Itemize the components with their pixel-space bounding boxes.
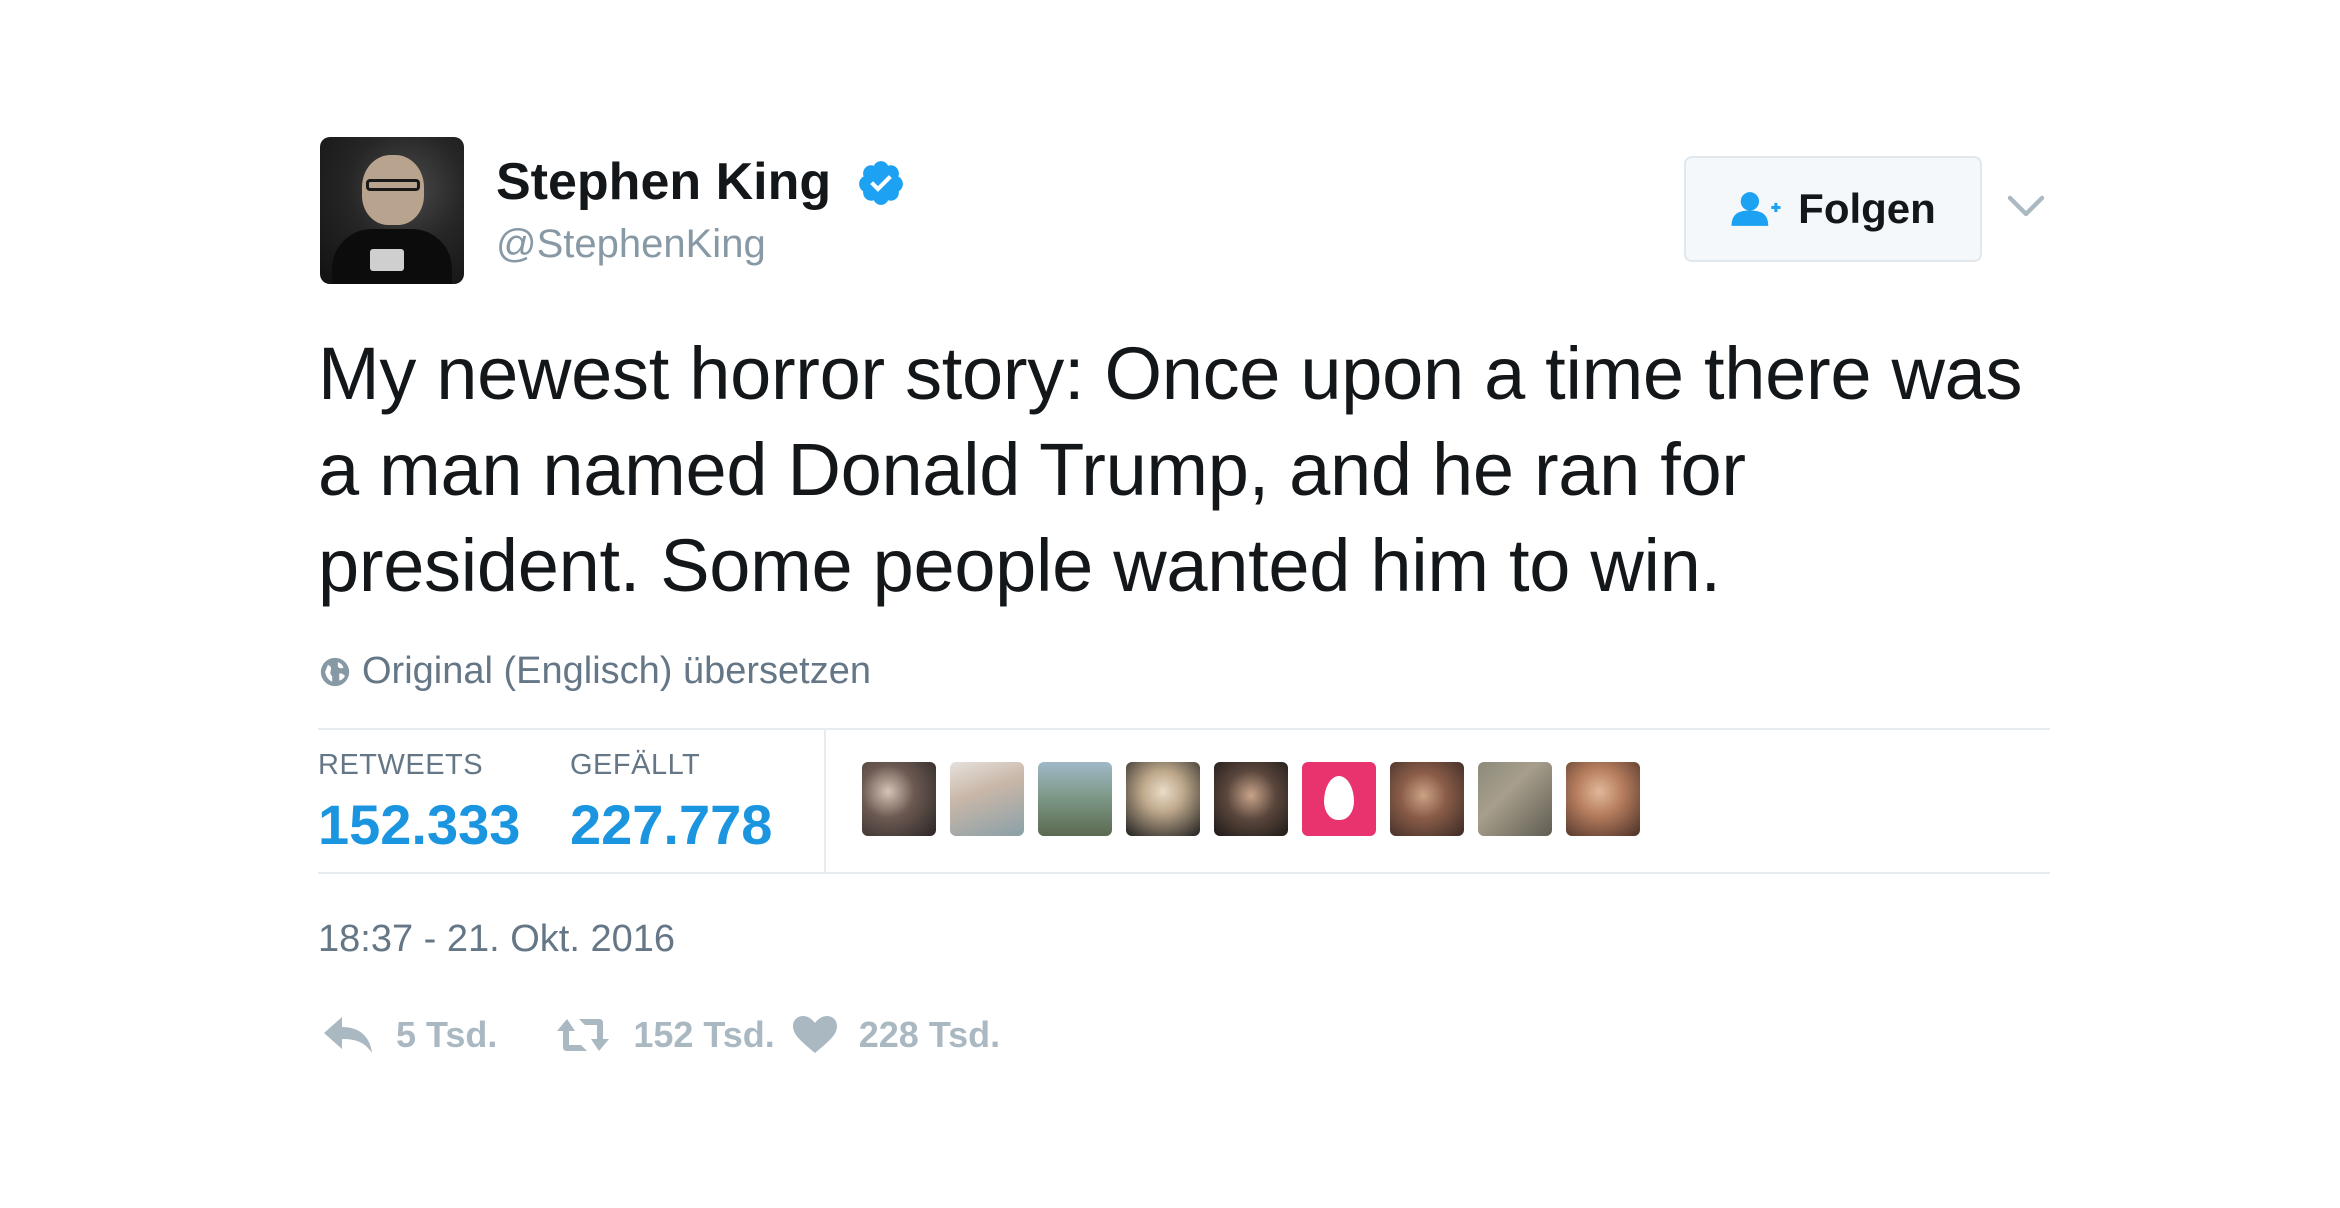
retweets-stat-value: 152.333 [318,793,521,856]
translate-label: Original (Englisch) übersetzen [362,650,872,692]
retweet-count: 152 Tsd. [633,1014,775,1055]
tweet-timestamp[interactable]: 18:37 - 21. Okt. 2016 [318,918,675,961]
tweet-actions: 5 Tsd. 152 Tsd. 228 Tsd. [322,1014,1000,1056]
tweet-card: Stephen King @StephenKing Folgen My newe… [0,0,2340,1208]
likes-stat[interactable]: GEFÄLLT 227.778 [570,748,772,860]
retweet-icon [557,1019,610,1051]
reply-button[interactable]: 5 Tsd. [322,1014,497,1056]
retweets-stat[interactable]: RETWEETS 152.333 [318,748,520,860]
liker-avatar-egg-icon [1324,776,1354,820]
heart-icon [792,1016,837,1053]
follow-button-label: Folgen [1798,185,1936,232]
reply-count: 5 Tsd. [396,1014,498,1055]
translate-link[interactable]: Original (Englisch) übersetzen [318,650,871,693]
liker-avatar[interactable] [1214,762,1288,836]
stats-vertical-divider [824,728,826,872]
liker-avatar[interactable] [1566,762,1640,836]
likes-stat-value: 227.778 [570,793,773,856]
likes-stat-label: GEFÄLLT [570,749,701,781]
tweet-text: My newest horror story: Once upon a time… [318,332,2023,607]
liker-avatar[interactable] [1390,762,1464,836]
chevron-down-icon[interactable] [2006,188,2046,224]
avatar[interactable] [320,137,464,284]
avatar-shirt-print [370,249,404,271]
reply-icon [324,1017,372,1053]
retweets-stat-label: RETWEETS [318,749,484,781]
liker-avatars [862,762,1640,836]
avatar-glasses [366,179,420,191]
liker-avatar[interactable] [1302,762,1376,836]
retweet-button[interactable]: 152 Tsd. [555,1014,775,1056]
follow-user-icon [1731,192,1781,226]
stats-bottom-divider [318,872,2050,874]
liker-avatar[interactable] [950,762,1024,836]
liker-avatar[interactable] [1126,762,1200,836]
display-name[interactable]: Stephen King [496,152,831,212]
like-button[interactable]: 228 Tsd. [792,1014,1001,1056]
user-handle[interactable]: @StephenKing [496,219,766,269]
liker-avatar[interactable] [862,762,936,836]
verified-badge-icon [859,161,903,205]
liker-avatar[interactable] [1038,762,1112,836]
like-count: 228 Tsd. [858,1014,1001,1055]
globe-icon [320,657,350,686]
stats-top-divider [318,728,2050,730]
follow-button[interactable]: Folgen [1684,156,1982,262]
liker-avatar[interactable] [1478,762,1552,836]
